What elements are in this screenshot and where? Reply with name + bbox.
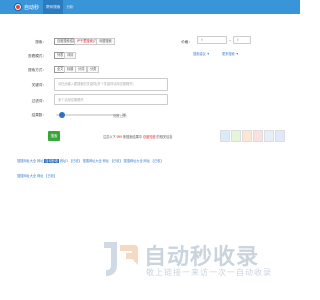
result-count-label: 结果数： [31,113,46,117]
filter-label: 过滤词： [31,99,46,103]
share-renren-icon[interactable] [253,130,263,142]
method-category[interactable]: 分类 [87,66,100,73]
friend-links-row-2: 搜搜网址大全 网址 【已收】 [17,173,57,178]
price-max-input[interactable]: ¥ [233,36,251,44]
price-label: 价格： [181,40,192,44]
watermark-logo-icon [104,242,138,276]
result-info-text: 注意以下 999 条搜索结果中 百度知道 的相关信息 [103,135,173,139]
slider-handle[interactable] [58,112,65,118]
price-min-input[interactable]: ¥ [197,36,227,44]
link-item-highlight[interactable]: 自动秒收 [44,159,60,163]
method-segment[interactable]: 分词 [75,66,88,73]
keyword-label: 关键词： [31,83,46,87]
more-search-link[interactable]: 更多搜索 ▼ [222,51,239,56]
friend-links-row-1: 搜搜网址大全 网址 自动秒收 网址1 【已收】 搜搜网址大全 网址 【已收】 搜… [17,158,164,163]
keyword-input[interactable]: 请在此输入要搜索的关键词(多个关键词请用空格隔开) [54,78,168,91]
link-item[interactable]: 网址1 【已收】 [60,159,82,163]
share-more-icon[interactable] [275,130,285,142]
watermark: 自动秒收录 敬上链接一来访一次一自动收录 [100,239,285,279]
view-mode-label: 查看模式： [28,54,46,58]
search-label: 搜索： [35,40,46,44]
watermark-subtitle: 敬上链接一来访一次一自动收录 [146,268,272,277]
link-item[interactable]: 搜搜网址大全 网址 【已收】 [124,159,164,163]
view-mode-detail[interactable]: 详情 [64,52,77,59]
price-dash: – [229,38,231,42]
filter-input[interactable]: 多个请用空格隔开 [54,94,168,105]
search-method-label: 搜索方式： [28,68,46,72]
share-weibo-icon[interactable] [242,130,252,142]
page-limit-label: 页数上限： [113,114,129,118]
link-item[interactable]: 搜搜网址大全 网址 【已收】 [17,174,57,178]
share-qq-icon[interactable] [220,130,230,142]
share-qzone-icon[interactable] [264,130,274,142]
share-bar [220,130,286,142]
share-wechat-icon[interactable] [231,130,241,142]
link-item[interactable]: 搜搜网址大全 网址 【已收】 [83,159,123,163]
result-count-slider[interactable] [56,112,120,118]
search-submit-button[interactable]: 搜索 [48,131,60,141]
search-suggest-link[interactable]: 搜索建议 ▼ [193,51,210,56]
tab-question-search[interactable]: 问题搜索 [96,38,115,45]
link-item[interactable]: 搜搜网址大全 网址 [17,159,43,163]
